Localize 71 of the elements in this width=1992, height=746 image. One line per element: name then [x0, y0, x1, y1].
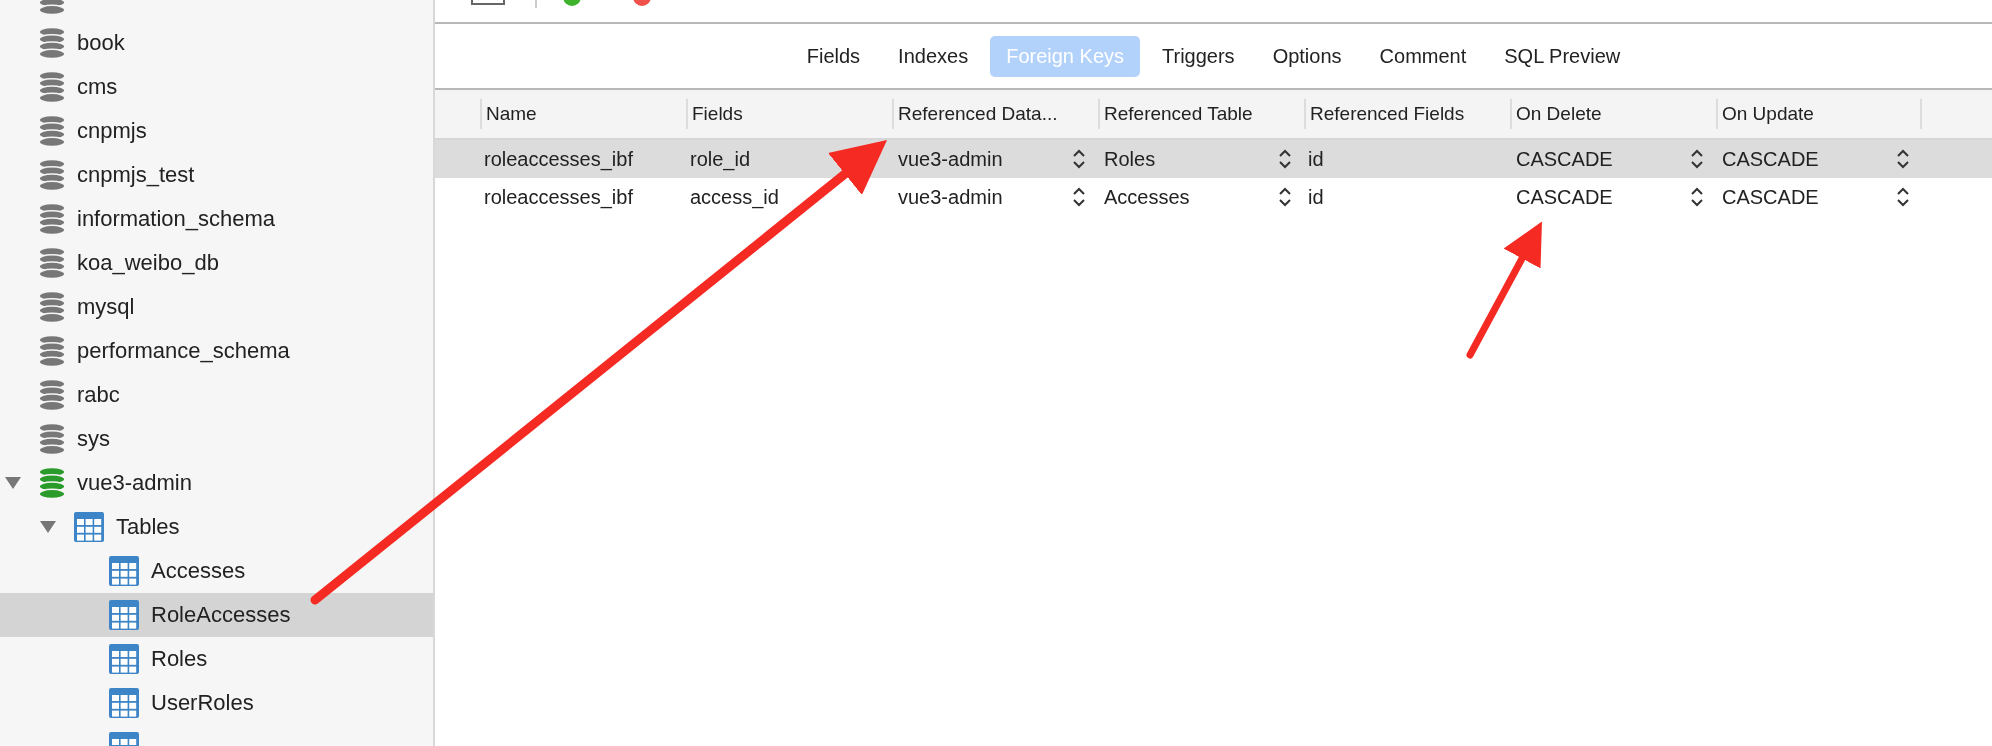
table-icon: [108, 687, 140, 719]
stepper-icon[interactable]: [1278, 186, 1292, 208]
sidebar-item[interactable]: performance_schema: [0, 329, 433, 373]
stepper-icon[interactable]: [1896, 148, 1910, 170]
table-icon: [108, 555, 140, 587]
tab[interactable]: Options: [1256, 35, 1358, 77]
table-cell: roleaccesses_ibf: [484, 147, 633, 171]
sidebar-item[interactable]: sys: [0, 417, 433, 461]
database-icon: [38, 379, 66, 411]
column-header[interactable]: Referenced Fields: [1304, 99, 1510, 129]
stepper-icon[interactable]: [1690, 148, 1704, 170]
toolbar-icon[interactable]: [471, 0, 505, 6]
table-cell: CASCADE: [1516, 185, 1613, 209]
sidebar-item[interactable]: Accesses: [0, 549, 433, 593]
stepper-icon[interactable]: [1072, 148, 1086, 170]
stepper-icon[interactable]: [1278, 148, 1292, 170]
sidebar-item[interactable]: cnpmjs: [0, 109, 433, 153]
sidebar-item[interactable]: RoleAccesses: [0, 593, 433, 637]
table-icon: [108, 599, 140, 631]
sidebar-item[interactable]: book: [0, 21, 433, 65]
database-icon: [38, 27, 66, 59]
table-cell: CASCADE: [1722, 185, 1819, 209]
table-icon: [108, 643, 140, 675]
database-icon: [38, 335, 66, 367]
table-row[interactable]: roleaccesses_ibf role_id vue3-admin Roles id CASCADE CASCADE: [435, 140, 1992, 178]
tab[interactable]: Indexes: [882, 35, 985, 77]
stepper-icon[interactable]: [1072, 186, 1086, 208]
sidebar-item[interactable]: vue3-admin: [0, 461, 433, 505]
database-icon: [38, 467, 66, 499]
tab[interactable]: Triggers: [1146, 35, 1251, 77]
stepper-icon[interactable]: [1896, 186, 1910, 208]
column-header[interactable]: On Delete: [1510, 99, 1716, 129]
database-icon: [38, 423, 66, 455]
table-cell: roleaccesses_ibf: [484, 185, 633, 209]
table-icon: [73, 511, 105, 543]
column-header[interactable]: Referenced Table: [1098, 99, 1304, 129]
database-icon: [38, 247, 66, 279]
sidebar-item[interactable]: Tables: [0, 505, 433, 549]
sidebar-item[interactable]: rabc: [0, 373, 433, 417]
table-cell: CASCADE: [1516, 147, 1613, 171]
table-cell: id: [1308, 185, 1324, 209]
table-cell: access_id: [690, 185, 779, 209]
sidebar-item[interactable]: cms: [0, 65, 433, 109]
disclosure-triangle-icon[interactable]: [40, 520, 56, 534]
disclosure-triangle-icon[interactable]: [5, 476, 21, 490]
table-cell: vue3-admin: [898, 185, 1003, 209]
table-cell: Accesses: [1104, 185, 1190, 209]
table-cell: CASCADE: [1722, 147, 1819, 171]
column-header[interactable]: On Update: [1716, 99, 1922, 129]
sidebar-item[interactable]: cnpmjs_test: [0, 153, 433, 197]
stepper-icon[interactable]: [1690, 186, 1704, 208]
sidebar-item[interactable]: UserRoles: [0, 681, 433, 725]
sidebar-item[interactable]: information_schema: [0, 197, 433, 241]
table-cell: id: [1308, 147, 1324, 171]
sidebar-item[interactable]: mysql: [0, 285, 433, 329]
sidebar-item[interactable]: koa_weibo_db: [0, 241, 433, 285]
column-header[interactable]: Referenced Data...: [892, 99, 1098, 129]
table-cell: Roles: [1104, 147, 1156, 171]
table-cell: role_id: [690, 147, 751, 171]
table-cell: vue3-admin: [898, 147, 1003, 171]
database-icon: [38, 71, 66, 103]
column-header[interactable]: Fields: [686, 99, 892, 129]
tab[interactable]: Fields: [790, 35, 877, 77]
database-icon: [38, 291, 66, 323]
tab[interactable]: SQL Preview: [1488, 35, 1637, 77]
database-icon: [38, 203, 66, 235]
tab[interactable]: Comment: [1363, 35, 1483, 77]
column-header[interactable]: Name: [480, 99, 686, 129]
database-icon: [38, 115, 66, 147]
database-icon: [38, 159, 66, 191]
sidebar-item[interactable]: Roles: [0, 637, 433, 681]
